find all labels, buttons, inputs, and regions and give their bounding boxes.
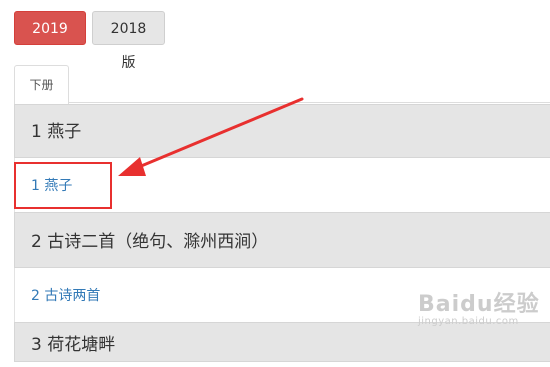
watermark: Baidu经验 jingyan.baidu.com [418, 286, 540, 327]
watermark-logo: Baidu经验 [418, 292, 540, 317]
